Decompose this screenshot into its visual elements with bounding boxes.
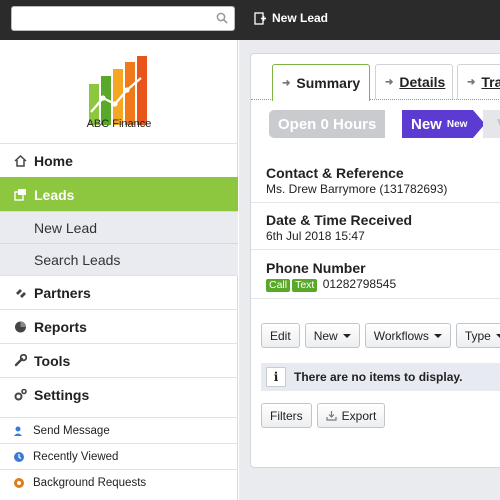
sidebar-item-reports[interactable]: Reports [0, 309, 238, 343]
arrow-right-icon: ➜ [282, 77, 291, 89]
status-new-badge: New [446, 118, 468, 130]
tab-summary[interactable]: ➜ Summary [272, 64, 370, 101]
divider [251, 249, 500, 250]
lead-panel: ➜ Summary ➜ Details ➜ Tra Open 0 Hours N… [250, 53, 500, 468]
background-requests-icon [13, 477, 25, 489]
wrench-icon [13, 354, 27, 368]
logo-text: ABC Finance [86, 118, 152, 130]
top-bar: New Lead [0, 0, 500, 40]
status-next-stage[interactable]: Va [483, 110, 500, 138]
button-label: New [313, 328, 338, 343]
field-value: 6th Jul 2018 15:47 [266, 229, 365, 243]
sidebar-link-background-requests[interactable]: Background Requests [0, 469, 238, 495]
tab-label: Details [399, 74, 446, 90]
divider [251, 202, 500, 203]
search-icon[interactable] [216, 12, 228, 24]
pie-chart-icon [13, 320, 27, 334]
sidebar-link-label: Background Requests [33, 476, 147, 489]
partners-icon [13, 286, 27, 300]
edit-button[interactable]: Edit [261, 323, 300, 348]
call-tag[interactable]: Call [266, 279, 291, 292]
new-document-icon [254, 11, 266, 25]
sidebar-link-label: Recently Viewed [33, 450, 119, 463]
sidebar-item-label: Partners [34, 284, 91, 301]
new-lead-top-label: New Lead [272, 11, 329, 25]
sidebar-link-send-message[interactable]: Send Message [0, 417, 238, 443]
search-box[interactable] [11, 6, 235, 31]
new-dropdown-button[interactable]: New [304, 323, 360, 348]
field-value: Ms. Drew Barrymore (131782693) [266, 182, 448, 196]
button-label: Type [464, 328, 491, 343]
workflows-dropdown-button[interactable]: Workflows [364, 323, 451, 348]
button-label: Export [341, 408, 377, 423]
tab-details[interactable]: ➜ Details [375, 64, 453, 99]
sidebar-item-leads[interactable]: Leads [0, 177, 238, 211]
sidebar-subitem-search-leads[interactable]: Search Leads [0, 243, 238, 275]
tab-label: Tra [481, 74, 500, 90]
empty-notice-text: There are no items to display. [294, 370, 463, 384]
sidebar-item-home[interactable]: Home [0, 143, 238, 177]
caret-down-icon [495, 333, 500, 338]
tab-third[interactable]: ➜ Tra [457, 64, 500, 99]
list-toolbar: Filters Export [261, 403, 386, 428]
phone-value: 01282798545 [322, 277, 397, 291]
type-dropdown-button[interactable]: Type [455, 323, 500, 348]
sidebar-item-label: Home [34, 152, 73, 169]
gear-icon [13, 388, 27, 402]
search-input[interactable] [16, 8, 206, 29]
sidebar-item-label: Reports [34, 318, 87, 335]
divider [251, 298, 500, 299]
contact-reference-field: Contact & Reference Ms. Drew Barrymore (… [266, 165, 500, 196]
text-tag[interactable]: Text [292, 279, 318, 292]
sidebar: ABC Finance Home Leads New Lead Search L… [0, 40, 238, 500]
sidebar-item-tools[interactable]: Tools [0, 343, 238, 377]
export-button[interactable]: Export [316, 403, 386, 428]
abc-finance-logo [89, 56, 147, 125]
field-heading: Phone Number [266, 260, 366, 276]
field-heading: Date & Time Received [266, 212, 413, 228]
sidebar-item-settings[interactable]: Settings [0, 377, 238, 411]
filters-button[interactable]: Filters [261, 403, 312, 428]
home-icon [13, 154, 27, 168]
phone-number-field: Phone Number Call Text 01282798545 [266, 260, 500, 292]
sidebar-nav: Home Leads New Lead Search Leads Partner… [0, 143, 238, 495]
sidebar-item-label: Settings [34, 386, 90, 403]
sidebar-link-label: Send Message [33, 424, 110, 437]
button-label: Edit [270, 328, 291, 343]
download-icon [326, 411, 337, 421]
arrow-right-icon: ➜ [385, 76, 394, 88]
status-new-label: New [411, 115, 442, 133]
field-value-row: Call Text 01282798545 [266, 277, 500, 292]
new-lead-top-button[interactable]: New Lead [254, 11, 328, 25]
caret-down-icon [342, 333, 351, 338]
caret-down-icon [433, 333, 442, 338]
info-icon: i [266, 367, 286, 387]
leads-icon [13, 188, 27, 202]
clock-icon [13, 451, 25, 463]
empty-notice: i There are no items to display. [261, 363, 500, 391]
field-heading: Contact & Reference [266, 165, 404, 181]
lead-tabs: ➜ Summary ➜ Details ➜ Tra [251, 64, 500, 101]
status-pipeline: Open 0 Hours New New Va [251, 110, 500, 140]
date-received-field: Date & Time Received 6th Jul 2018 15:47 [266, 212, 500, 243]
sidebar-link-recently-viewed[interactable]: Recently Viewed [0, 443, 238, 469]
main-content: ➜ Summary ➜ Details ➜ Tra Open 0 Hours N… [239, 40, 500, 500]
action-toolbar: Edit New Workflows Type [261, 323, 500, 348]
sidebar-item-partners[interactable]: Partners [0, 275, 238, 309]
sidebar-subitem-new-lead[interactable]: New Lead [0, 211, 238, 243]
send-message-icon [13, 425, 25, 437]
tab-label: Summary [296, 75, 361, 91]
arrow-right-icon: ➜ [467, 76, 476, 88]
status-new[interactable]: New New [402, 110, 486, 138]
open-hours-status: Open 0 Hours [269, 110, 386, 138]
sidebar-item-label: Tools [34, 352, 71, 369]
sidebar-item-label: Leads [34, 186, 75, 203]
button-label: Workflows [373, 328, 429, 343]
button-label: Filters [270, 408, 303, 423]
